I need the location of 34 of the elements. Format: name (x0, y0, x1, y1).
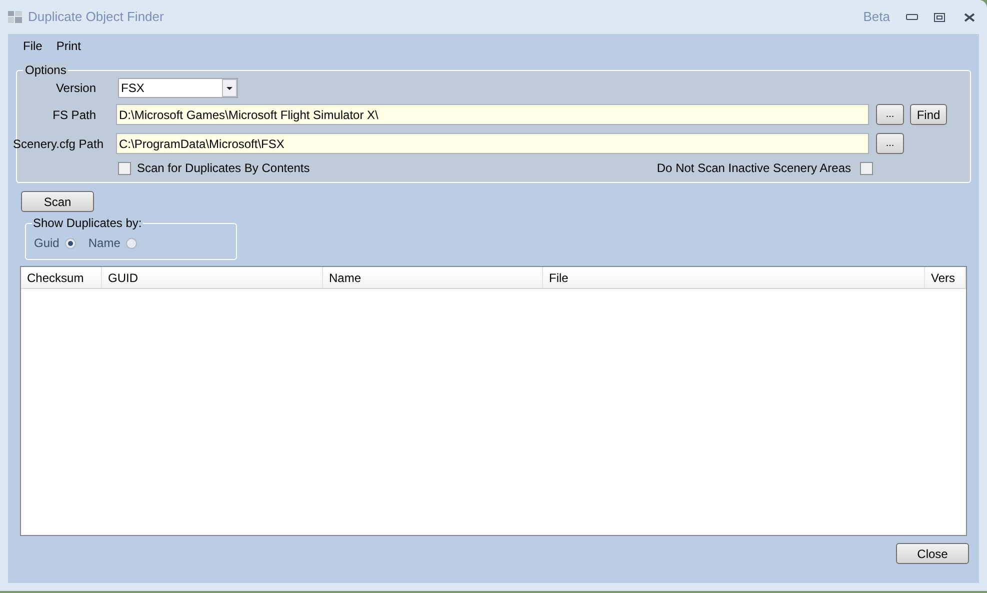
group-title: Options (23, 63, 68, 77)
menu-item[interactable]: File (16, 37, 50, 55)
window-title: Duplicate Object Finder (28, 8, 164, 26)
checkbox[interactable] (118, 162, 131, 174)
fs-path-field[interactable]: D:\Microsoft Games\Microsoft Flight Simulator X\ (116, 104, 869, 125)
scan-button[interactable]: Scan (21, 191, 94, 212)
radio-label[interactable]: Guid (34, 234, 60, 252)
radio-button[interactable] (126, 238, 138, 248)
radio-label[interactable]: Name (88, 234, 120, 252)
browse-button[interactable]: ... (876, 104, 904, 125)
checkbox-label[interactable]: Do Not Scan Inactive Scenery Areas (656, 159, 851, 177)
restore-icon[interactable] (934, 12, 945, 22)
close-icon[interactable] (964, 12, 975, 22)
group-title: Show Duplicates by: (32, 216, 143, 230)
column-header[interactable]: Vers (925, 267, 966, 288)
find-button[interactable]: Find (910, 104, 947, 125)
radio-button[interactable] (65, 238, 76, 248)
field-label: FS Path (52, 106, 96, 124)
field-label: Version (54, 80, 96, 97)
column-header[interactable]: Checksum (21, 267, 102, 288)
menu-item[interactable]: Print (49, 37, 88, 55)
version-dropdown[interactable]: FSX (118, 78, 238, 98)
close-button[interactable]: Close (896, 543, 969, 564)
column-header[interactable]: Name (323, 267, 543, 288)
column-header[interactable]: File (543, 267, 925, 288)
column-header[interactable]: GUID (102, 267, 323, 288)
field-label: Scenery.cfg Path (13, 136, 103, 152)
app-icon (8, 11, 22, 23)
checkbox[interactable] (860, 162, 873, 174)
scenery-path-field[interactable]: C:\ProgramData\Microsoft\FSX (116, 133, 869, 154)
checkbox-label[interactable]: Scan for Duplicates By Contents (137, 159, 310, 177)
minimize-icon[interactable] (906, 14, 918, 20)
browse-button[interactable]: ... (876, 133, 904, 154)
beta-label: Beta (863, 8, 890, 26)
